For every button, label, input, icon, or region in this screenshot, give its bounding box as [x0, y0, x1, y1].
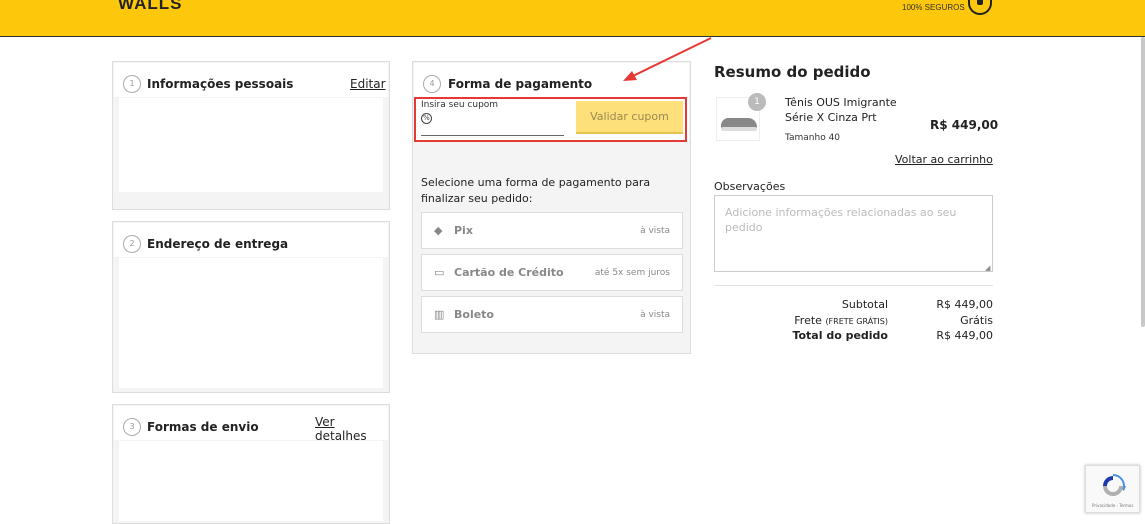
arrow-line	[632, 37, 712, 77]
recaptcha-links[interactable]: Privacidade - Termos	[1092, 503, 1133, 508]
recaptcha-icon	[1103, 474, 1126, 496]
page-scrollbar[interactable]	[1141, 37, 1145, 327]
recaptcha-badge[interactable]: Privacidade - Termos	[1085, 465, 1140, 513]
annotation-arrow	[623, 37, 712, 81]
